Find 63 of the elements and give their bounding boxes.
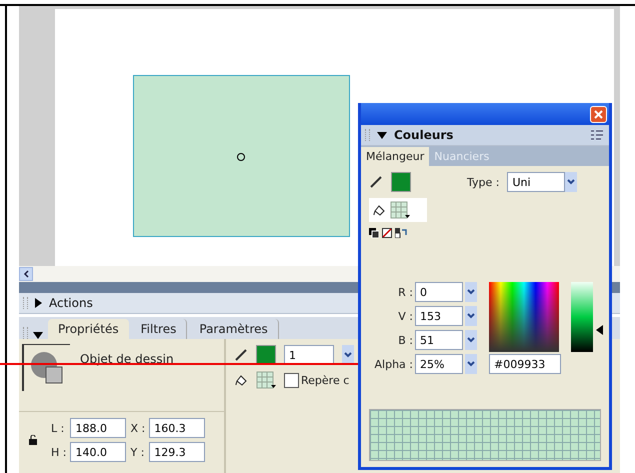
- dropdown-button[interactable]: [565, 172, 578, 192]
- channel-label: Alpha :: [374, 358, 413, 370]
- number-field[interactable]: 140.0: [70, 442, 126, 462]
- scroll-left-button[interactable]: [19, 267, 33, 281]
- no-color-icon[interactable]: [382, 228, 392, 238]
- chevron-down-icon[interactable]: [467, 337, 475, 343]
- expand-triangle-icon[interactable]: [35, 298, 42, 308]
- number-field[interactable]: 188.0: [70, 418, 126, 438]
- chevron-down-icon[interactable]: [467, 361, 475, 367]
- dropdown-button[interactable]: [465, 330, 477, 350]
- pencil-icon: [234, 348, 248, 362]
- panel-title: Actions: [49, 296, 93, 310]
- channel-label: V :: [397, 310, 413, 322]
- field-label: L :: [51, 422, 66, 434]
- slider-thumb[interactable]: [596, 324, 603, 335]
- panel-title: Couleurs: [394, 128, 454, 142]
- channel-field[interactable]: 0: [415, 282, 463, 302]
- tab[interactable]: Mélangeur: [361, 147, 430, 166]
- stroke-color-swatch[interactable]: [256, 345, 276, 365]
- checkbox[interactable]: [284, 372, 299, 388]
- tab[interactable]: Propriétés: [48, 319, 129, 339]
- paint-bucket-icon: [372, 203, 386, 217]
- default-colors-icon[interactable]: [369, 228, 379, 238]
- close-button[interactable]: [590, 106, 607, 122]
- grid-swatch-icon[interactable]: [390, 201, 410, 219]
- color-spectrum[interactable]: [489, 282, 559, 352]
- drawing-object-icon: [22, 344, 70, 391]
- collapse-triangle-icon[interactable]: [377, 132, 387, 138]
- paint-bucket-icon: [234, 373, 248, 387]
- channel-field[interactable]: 51: [415, 330, 463, 350]
- chevron-down-icon[interactable]: [467, 289, 475, 295]
- chevron-down-icon[interactable]: [344, 352, 352, 358]
- object-type-label: Objet de dessin: [80, 352, 174, 368]
- chevron-down-icon[interactable]: [567, 179, 576, 185]
- dropdown-button[interactable]: [465, 282, 477, 302]
- dropdown-button[interactable]: [342, 345, 354, 365]
- field-label: H :: [51, 446, 66, 458]
- menu-icon[interactable]: [591, 130, 603, 140]
- center-point-icon: [237, 153, 245, 161]
- dropdown-button[interactable]: [465, 354, 477, 374]
- channel-label: B :: [397, 334, 413, 346]
- number-field[interactable]: 160.3: [149, 418, 206, 438]
- checkbox-label: Repère c: [301, 374, 350, 386]
- channel-field[interactable]: 153: [415, 306, 463, 326]
- brightness-slider[interactable]: [571, 282, 601, 352]
- field-label: Y :: [130, 446, 146, 458]
- grid-swatch-icon[interactable]: [256, 371, 276, 389]
- stroke-color-swatch[interactable]: [391, 172, 411, 192]
- type-select[interactable]: Uni: [507, 172, 566, 192]
- lock-icon[interactable]: [29, 435, 37, 445]
- channel-field[interactable]: 25%: [415, 354, 463, 374]
- chevron-left-icon[interactable]: [23, 270, 29, 278]
- chevron-down-icon[interactable]: [467, 313, 475, 319]
- type-label: Type :: [467, 176, 500, 188]
- close-icon[interactable]: [594, 110, 603, 118]
- channel-label: R :: [397, 286, 413, 298]
- dropdown-button[interactable]: [465, 306, 477, 326]
- swap-colors-icon[interactable]: [395, 228, 407, 238]
- stroke-width-field[interactable]: 1: [284, 345, 334, 365]
- hex-field[interactable]: #009933: [489, 354, 561, 374]
- number-field[interactable]: 129.3: [149, 442, 206, 462]
- field-label: X :: [130, 422, 146, 434]
- pencil-icon: [369, 175, 383, 189]
